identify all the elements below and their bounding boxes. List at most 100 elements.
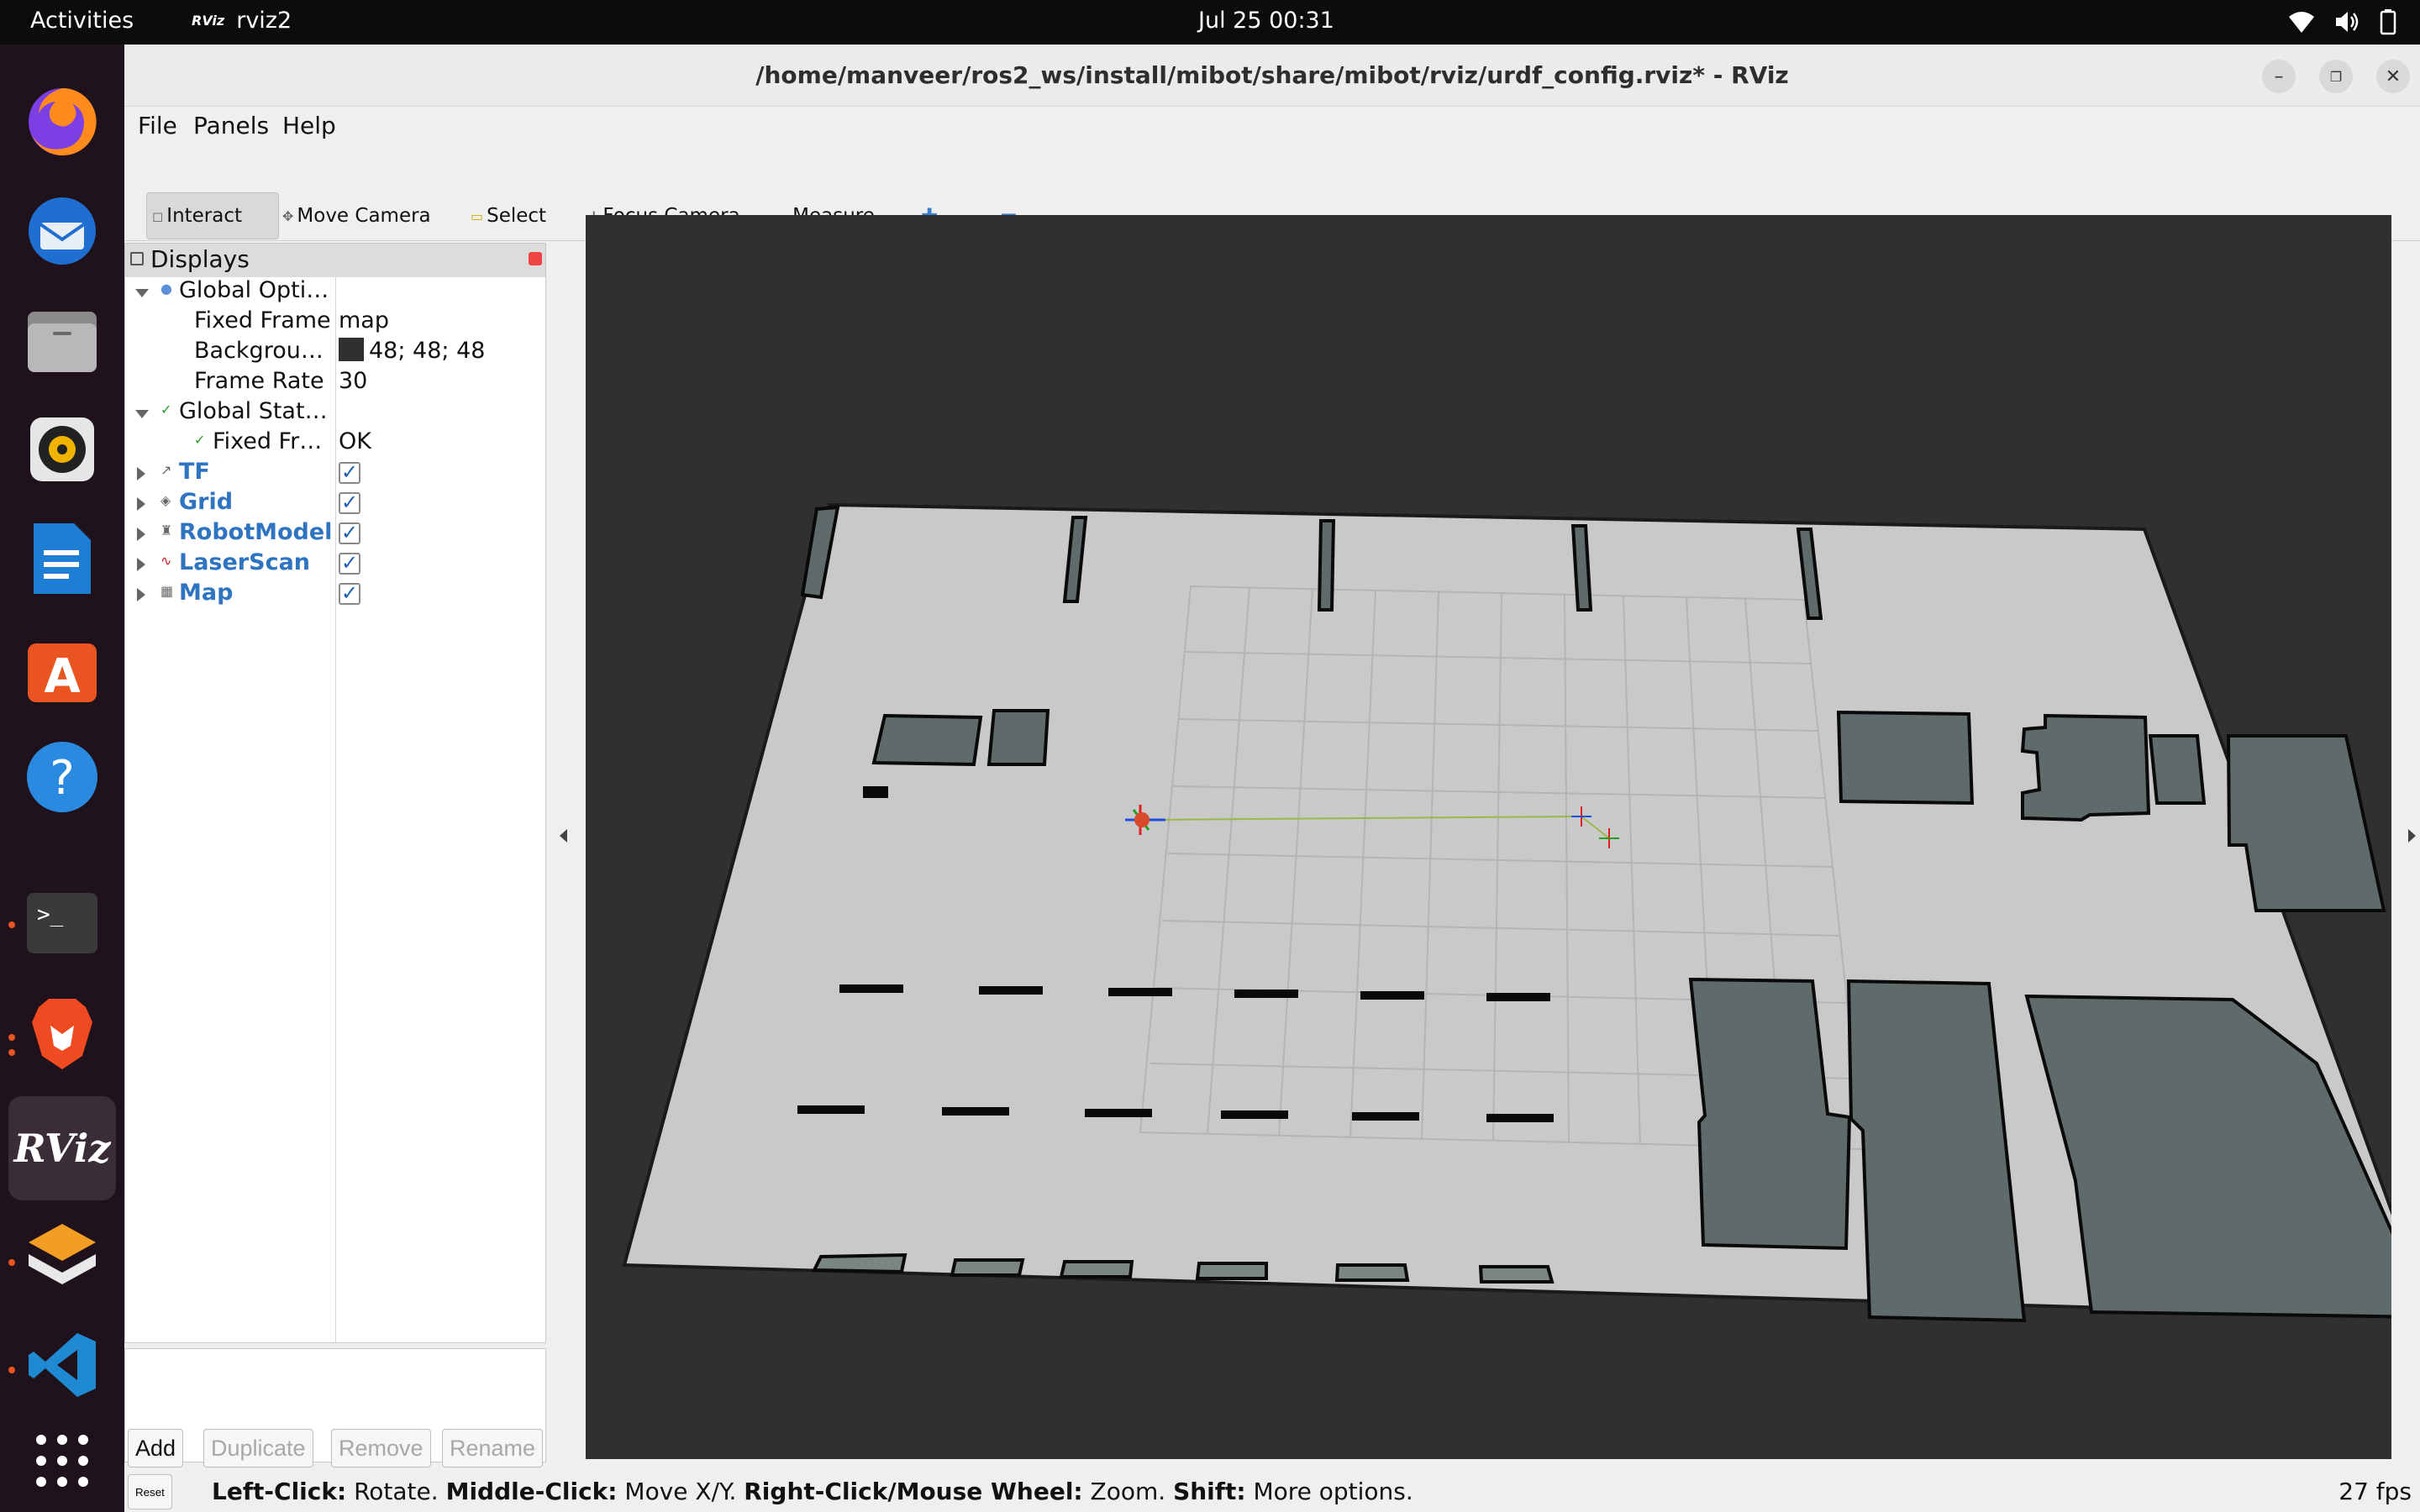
rename-button[interactable]: Rename <box>442 1429 544 1467</box>
background-value[interactable]: 48; 48; 48 <box>339 338 485 364</box>
svg-text:?: ? <box>50 751 75 806</box>
tree-row-fixed-frame[interactable]: Fixed Frame map <box>125 307 545 338</box>
terminal-launcher[interactable]: >_ <box>20 881 104 965</box>
maximize-button[interactable]: ❐ <box>2319 60 2353 93</box>
system-tray[interactable] <box>2287 8 2396 35</box>
expand-right-icon[interactable] <box>137 467 145 480</box>
grid-checkbox[interactable]: ✓ <box>339 492 360 514</box>
close-icon: ✕ <box>2385 66 2402 87</box>
svg-text:A: A <box>44 649 81 704</box>
move-camera-tool-button[interactable]: ✥ Move Camera <box>277 192 436 239</box>
interact-tool-button[interactable]: ◻ Interact <box>146 192 279 239</box>
tree-row-laserscan[interactable]: ∿ LaserScan ✓ <box>125 549 545 580</box>
app-indicator[interactable]: RViz rviz2 <box>192 8 292 34</box>
tree-row-background[interactable]: Backgrou… 48; 48; 48 <box>125 338 545 368</box>
map-icon: ▦ <box>160 583 174 599</box>
tree-row-grid[interactable]: ◈ Grid ✓ <box>125 489 545 519</box>
title-bar[interactable]: /home/manveer/ros2_ws/install/mibot/shar… <box>124 45 2420 107</box>
running-indicator <box>8 1259 15 1266</box>
map-checkbox[interactable]: ✓ <box>339 583 360 605</box>
clock[interactable]: Jul 25 00:31 <box>1198 8 1334 34</box>
reset-button[interactable]: Reset <box>128 1474 172 1509</box>
brave-launcher[interactable] <box>20 992 104 1076</box>
writer-launcher[interactable] <box>20 517 104 601</box>
collapse-right-icon[interactable] <box>2408 829 2416 843</box>
tf-checkbox[interactable]: ✓ <box>339 462 360 484</box>
tree-row-global-status[interactable]: ✓ Global Stat… <box>125 398 545 428</box>
rviz-logo-icon: RViz <box>192 13 225 29</box>
tree-row-frame-rate[interactable]: Frame Rate 30 <box>125 368 545 398</box>
hint-right-click: Right-Click/Mouse Wheel: <box>744 1478 1083 1505</box>
speaker-icon <box>30 417 94 481</box>
checkmark-icon: ✓ <box>194 432 206 448</box>
color-swatch <box>339 338 364 361</box>
expand-right-icon[interactable] <box>137 558 145 571</box>
files-launcher[interactable] <box>20 298 104 382</box>
menu-help[interactable]: Help <box>282 112 336 139</box>
thunderbird-icon <box>29 197 96 265</box>
show-apps-button[interactable] <box>20 1419 104 1503</box>
expand-right-icon[interactable] <box>137 497 145 511</box>
remove-button[interactable]: Remove <box>331 1429 431 1467</box>
sublime-merge-icon <box>29 1224 96 1284</box>
vscode-launcher[interactable] <box>20 1323 104 1407</box>
restore-icon: ❐ <box>2329 68 2343 85</box>
sublime-merge-launcher[interactable] <box>20 1215 104 1299</box>
select-tool-button[interactable]: ▭ Select <box>466 192 551 239</box>
add-button[interactable]: Add <box>128 1429 184 1467</box>
fixed-frame-value[interactable]: map <box>339 307 389 333</box>
map-scene[interactable] <box>586 215 2391 1459</box>
volume-icon <box>2336 12 2359 32</box>
collapse-left-icon[interactable] <box>560 829 567 843</box>
help-launcher[interactable]: ? <box>20 735 104 819</box>
expand-right-icon[interactable] <box>137 588 145 601</box>
displays-panel-header: Displays <box>125 244 545 277</box>
background-value-text: 48; 48; 48 <box>369 338 486 364</box>
panel-close-icon[interactable] <box>529 252 542 265</box>
expand-down-icon[interactable] <box>135 410 149 418</box>
app-grid-icon <box>36 1435 88 1487</box>
minimize-button[interactable]: – <box>2262 60 2296 93</box>
menu-file[interactable]: File <box>138 112 177 139</box>
minimize-icon: – <box>2274 66 2284 87</box>
tree-row-map[interactable]: ▦ Map ✓ <box>125 580 545 610</box>
files-icon <box>28 312 97 372</box>
hint-middle-click: Middle-Click: <box>445 1478 618 1505</box>
firefox-launcher[interactable] <box>20 80 104 164</box>
panel-icon <box>130 252 144 265</box>
running-indicator <box>8 921 15 928</box>
close-button[interactable]: ✕ <box>2376 60 2410 93</box>
tree-row-robotmodel[interactable]: ♜ RobotModel ✓ <box>125 519 545 549</box>
duplicate-button[interactable]: Duplicate <box>203 1429 313 1467</box>
frame-rate-value[interactable]: 30 <box>339 368 367 394</box>
render-viewport[interactable] <box>586 215 2391 1459</box>
expand-down-icon[interactable] <box>135 289 149 297</box>
grid-label: Grid <box>179 489 234 515</box>
terminal-icon: >_ <box>27 893 97 953</box>
move-icon: ✥ <box>282 207 294 224</box>
fixed-frame-label: Fixed Frame <box>194 307 331 333</box>
laserscan-checkbox[interactable]: ✓ <box>339 553 360 575</box>
mouse-hint: Left-Click: Rotate. Middle-Click: Move X… <box>212 1478 1413 1505</box>
tree-row-tf[interactable]: ↗ TF ✓ <box>125 459 545 489</box>
select-label: Select <box>487 205 547 227</box>
rviz-launcher[interactable]: RViz <box>8 1096 116 1200</box>
robot-icon: ♜ <box>160 522 173 538</box>
app-center-launcher[interactable]: A <box>20 626 104 710</box>
activities-button[interactable]: Activities <box>30 8 134 34</box>
rhythmbox-launcher[interactable] <box>20 407 104 491</box>
tree-row-global-options[interactable]: ● Global Opti… <box>125 277 545 307</box>
expand-right-icon[interactable] <box>137 528 145 541</box>
thunderbird-launcher[interactable] <box>20 189 104 273</box>
robotmodel-checkbox[interactable]: ✓ <box>339 522 360 544</box>
menu-panels[interactable]: Panels <box>193 112 269 139</box>
running-indicator <box>8 1367 15 1373</box>
tree-row-fixed-frame-status[interactable]: ✓ Fixed Fr… OK <box>125 428 545 459</box>
global-status-label: Global Stat… <box>179 398 328 424</box>
grid-icon: ◈ <box>160 492 171 508</box>
hint-left-click-text: Rotate. <box>354 1478 439 1505</box>
svg-text:>_: >_ <box>37 902 64 927</box>
menu-bar: File Panels Help <box>124 107 2420 144</box>
gnome-top-bar: Activities RViz rviz2 Jul 25 00:31 <box>0 0 2420 45</box>
hint-shift: Shift: <box>1173 1478 1246 1505</box>
